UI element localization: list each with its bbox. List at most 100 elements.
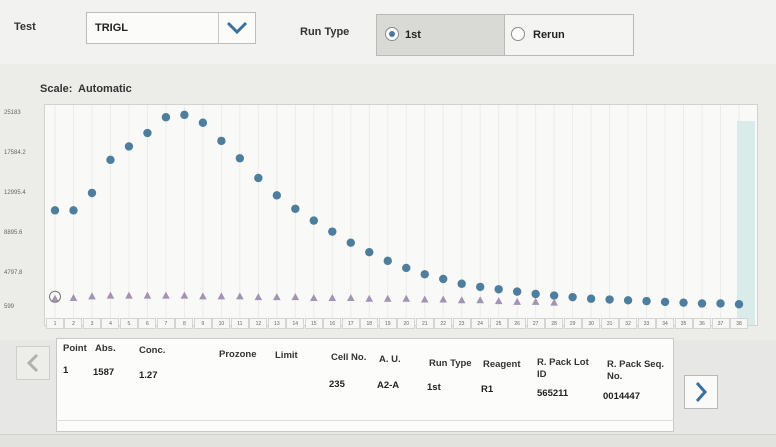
cell-reagent: R1 [481,384,494,395]
x-tick-label: 38 [730,318,748,329]
run-type-option-rerun[interactable]: Rerun [505,15,633,55]
reaction-plot [44,104,758,326]
x-tick-label: 25 [489,318,508,329]
data-point-circle [217,136,226,146]
data-point-circle [734,300,744,309]
x-tick-label: 30 [582,318,601,329]
data-point-circle [679,298,688,307]
table-divider [56,420,674,421]
data-point-triangle [420,295,429,303]
header-rpack-seq: R. Pack Seq. No. [607,359,665,382]
data-point-circle [568,292,577,302]
data-point-triangle [88,292,96,300]
x-tick-label: 9 [193,318,212,329]
chevron-right-icon [695,382,708,402]
data-point-triangle [217,292,226,300]
x-tick-label: 20 [397,318,416,329]
radio-unselected-icon [511,27,525,41]
x-tick-label: 37 [711,318,730,329]
data-point-triangle [346,293,355,301]
x-tick-label: 14 [286,318,305,329]
data-point-circle [365,247,374,257]
data-point-circle [143,128,152,138]
data-point-circle [383,256,392,266]
x-tick-label: 1 [46,318,64,329]
x-tick-label: 34 [656,318,675,329]
cell-cell-no: 235 [329,379,345,390]
run-type-toggle: 1st Rerun [376,14,634,56]
data-point-circle [420,270,429,279]
header-abs: Abs. [95,343,116,354]
x-tick-label: 36 [693,318,712,329]
header-rpack-lot: R. Pack Lot ID [537,357,589,380]
dropdown-button[interactable] [218,13,255,43]
x-tick-label: 28 [545,318,564,329]
data-point-triangle [476,296,484,304]
data-point-circle [439,274,448,284]
data-point-triangle [254,293,263,301]
data-point-triangle [365,294,374,302]
data-point-circle [272,191,282,200]
data-point-triangle [162,291,170,299]
data-point-circle [50,206,60,215]
data-point-circle [642,296,651,306]
header-limit: Limit [275,350,298,361]
data-point-circle [161,113,171,122]
x-tick-label: 2 [64,318,83,329]
test-select[interactable]: TRIGL [86,12,256,44]
data-point-circle [346,238,355,247]
x-tick-label: 7 [156,318,175,329]
x-tick-label: 15 [304,318,323,329]
data-table: Point Abs. Conc. Prozone Limit Cell No. … [56,338,674,432]
data-point-circle [87,188,97,198]
data-point-triangle [310,293,318,301]
x-tick-label: 6 [138,318,157,329]
data-point-circle [402,263,411,273]
scale-value: Automatic [78,83,132,95]
data-point-circle [309,216,319,225]
data-point-triangle [180,291,189,299]
bottom-bar [0,434,776,447]
radio-selected-icon [385,27,399,41]
data-point-triangle [383,294,392,302]
cell-run-type: 1st [427,382,441,393]
previous-button[interactable] [16,346,50,380]
run-type-option-1st[interactable]: 1st [377,15,505,55]
run-type-option-label: Rerun [533,29,565,41]
scale-bar: Scale: Automatic [0,64,776,104]
x-tick-label: 24 [471,318,490,329]
x-tick-label: 22 [434,318,453,329]
next-button[interactable] [684,375,718,409]
x-tick-label: 35 [674,318,693,329]
data-point-triangle [199,292,207,300]
data-point-circle [623,296,633,305]
plot-svg [49,105,755,325]
run-type-option-label: 1st [405,29,421,41]
cell-rpack-lot: 565211 [537,388,569,399]
x-tick-label: 21 [415,318,434,329]
x-tick-label: 26 [508,318,527,329]
data-point-circle [716,299,725,308]
data-point-triangle [531,297,540,305]
data-point-triangle [439,295,448,303]
y-tick-label: 599 [4,304,15,310]
header-cell-no: Cell No. [331,352,367,363]
data-point-triangle [513,297,521,305]
x-tick-label: 8 [175,318,194,329]
run-type-label: Run Type [300,26,350,38]
data-point-circle [494,285,503,294]
header-au: A. U. [379,354,401,365]
header-point: Point [63,343,87,354]
data-point-circle [605,295,614,304]
header-prozone: Prozone [219,349,257,360]
data-point-circle [531,289,540,299]
data-point-circle [549,291,559,300]
x-tick-label: 19 [378,318,397,329]
x-tick-label: 3 [82,318,101,329]
data-point-circle [291,204,300,213]
x-tick-label: 12 [249,318,268,329]
header-reagent: Reagent [483,359,521,370]
y-tick-label: 25183 [4,110,21,116]
x-tick-label: 33 [637,318,656,329]
data-point-triangle [125,291,133,299]
